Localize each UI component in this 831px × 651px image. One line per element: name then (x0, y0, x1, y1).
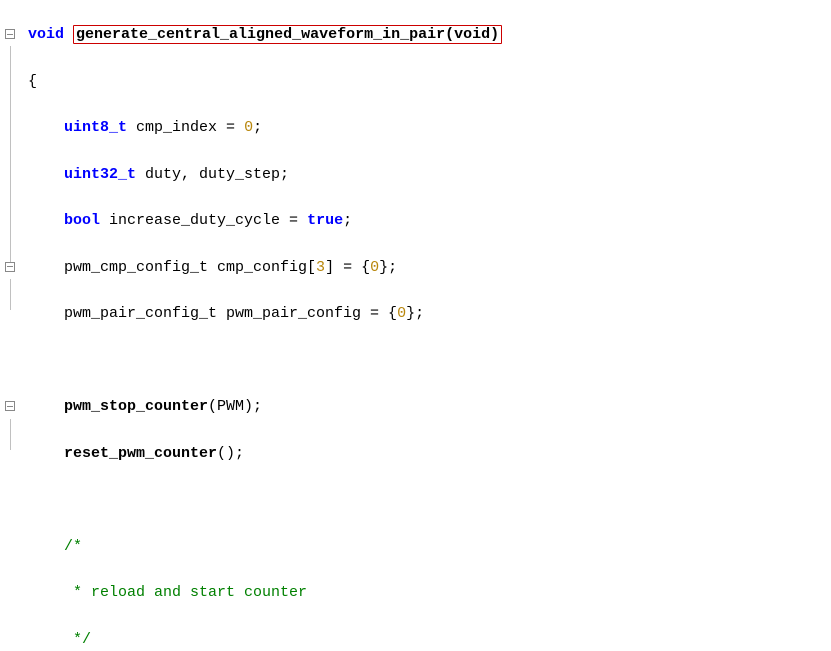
text: (); (217, 445, 244, 462)
number: 0 (244, 119, 253, 136)
code-line[interactable]: uint8_t cmp_index = 0; (28, 116, 831, 139)
code-line[interactable]: { (28, 70, 831, 93)
type: uint32_t (64, 166, 136, 183)
code-editor[interactable]: void generate_central_aligned_waveform_i… (0, 0, 831, 651)
function-call: pwm_stop_counter (64, 398, 208, 415)
fold-toggle-icon[interactable] (5, 401, 15, 411)
text: duty, duty_step; (136, 166, 289, 183)
text (28, 352, 37, 369)
text: }; (406, 305, 424, 322)
number: 0 (370, 259, 379, 276)
text: cmp_index = (127, 119, 244, 136)
fold-toggle-icon[interactable] (5, 262, 15, 272)
text: ] = { (325, 259, 370, 276)
text: pwm_cmp_config_t cmp_config[ (28, 259, 316, 276)
code-line[interactable] (28, 349, 831, 372)
code-area[interactable]: void generate_central_aligned_waveform_i… (26, 0, 831, 651)
type: uint8_t (64, 119, 127, 136)
text: (PWM); (208, 398, 262, 415)
function-call: reset_pwm_counter (64, 445, 217, 462)
comment: * reload and start counter (28, 584, 307, 601)
keyword: true (307, 212, 343, 229)
comment: /* (28, 538, 82, 555)
type: bool (64, 212, 100, 229)
text (28, 119, 64, 136)
number: 0 (397, 305, 406, 322)
code-line[interactable]: /* (28, 535, 831, 558)
code-line[interactable]: uint32_t duty, duty_step; (28, 163, 831, 186)
text (28, 212, 64, 229)
code-line[interactable] (28, 488, 831, 511)
comment: */ (28, 631, 91, 648)
text (28, 445, 64, 462)
text (28, 491, 37, 508)
fold-gutter (0, 0, 26, 651)
text: ; (343, 212, 352, 229)
text: ; (253, 119, 262, 136)
code-line[interactable]: */ (28, 628, 831, 651)
code-line[interactable]: bool increase_duty_cycle = true; (28, 209, 831, 232)
code-line[interactable]: reset_pwm_counter(); (28, 442, 831, 465)
function-declaration-highlight: generate_central_aligned_waveform_in_pai… (73, 25, 502, 44)
text (28, 398, 64, 415)
code-line[interactable]: pwm_cmp_config_t cmp_config[3] = {0}; (28, 256, 831, 279)
keyword: void (28, 26, 64, 43)
code-line[interactable]: void generate_central_aligned_waveform_i… (28, 23, 831, 46)
text: pwm_pair_config_t pwm_pair_config = { (28, 305, 397, 322)
text: { (28, 73, 37, 90)
fold-toggle-icon[interactable] (5, 29, 15, 39)
text (28, 166, 64, 183)
text: increase_duty_cycle = (100, 212, 307, 229)
code-line[interactable]: pwm_stop_counter(PWM); (28, 395, 831, 418)
number: 3 (316, 259, 325, 276)
code-line[interactable]: pwm_pair_config_t pwm_pair_config = {0}; (28, 302, 831, 325)
text: }; (379, 259, 397, 276)
code-line[interactable]: * reload and start counter (28, 581, 831, 604)
